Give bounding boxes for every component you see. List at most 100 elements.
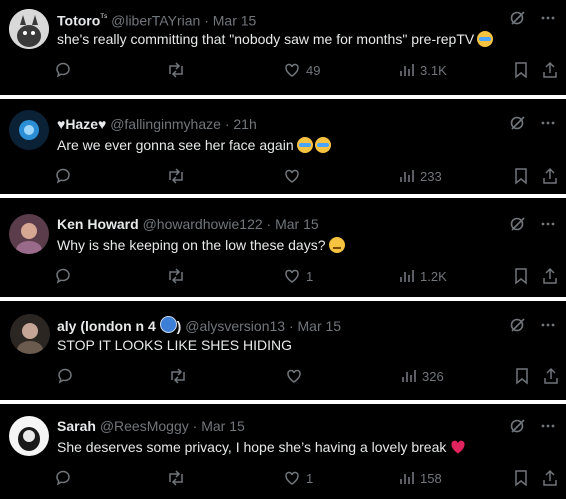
- like-count: 1: [306, 268, 314, 284]
- like-icon: [285, 63, 299, 77]
- bookmark-icon: [515, 268, 527, 285]
- tweet[interactable]: Ken Howard @howardhowie122 · Mar 15 Why …: [0, 198, 566, 297]
- reply-button[interactable]: [54, 60, 72, 80]
- tweet[interactable]: Totoroᵀˢ @liberTAYrian · Mar 15 she's re…: [0, 0, 566, 95]
- tweet-date[interactable]: Mar 15: [213, 13, 257, 29]
- share-button[interactable]: [541, 468, 559, 488]
- tweet[interactable]: Sarah @ReesMoggy · Mar 15 She deserves s…: [0, 404, 566, 499]
- tweet-date[interactable]: 21h: [233, 116, 256, 132]
- more-icon[interactable]: [540, 115, 556, 131]
- tweet-text: she's really committing that "nobody saw…: [57, 30, 494, 48]
- reply-button[interactable]: [54, 468, 72, 488]
- bookmark-button[interactable]: [514, 366, 530, 386]
- tweet-header: aly (london n 4 ) @alysversion13 · Mar 1…: [57, 316, 341, 335]
- views-button[interactable]: 326: [401, 366, 444, 386]
- grok-icon[interactable]: [510, 115, 526, 131]
- tweet-actions: 233: [50, 166, 560, 186]
- globe-icon: [159, 316, 177, 333]
- share-icon: [543, 61, 557, 78]
- avatar[interactable]: [9, 9, 49, 49]
- grok-icon[interactable]: [510, 216, 526, 232]
- avatar[interactable]: [9, 416, 49, 456]
- reply-button[interactable]: [56, 366, 74, 386]
- retweet-button[interactable]: [166, 60, 186, 80]
- retweet-icon: [169, 268, 183, 284]
- tweet[interactable]: aly (london n 4 ) @alysversion13 · Mar 1…: [0, 301, 566, 400]
- share-button[interactable]: [541, 60, 559, 80]
- tweet-text-content: Are we ever gonna see her face again: [57, 137, 294, 153]
- tweet[interactable]: ♥Haze♥ @fallinginmyhaze · 21h Are we eve…: [0, 99, 566, 194]
- view-count: 3.1K: [420, 62, 447, 78]
- separator-dot: ·: [288, 318, 294, 334]
- user-handle[interactable]: @howardhowie122: [143, 216, 263, 232]
- tweet-actions: 1 1.2K: [50, 266, 560, 286]
- share-button[interactable]: [542, 366, 560, 386]
- more-icon[interactable]: [540, 418, 556, 434]
- reply-icon: [56, 268, 70, 284]
- bookmark-icon: [515, 470, 527, 487]
- user-handle[interactable]: @liberTAYrian: [111, 13, 200, 29]
- grok-icon[interactable]: [510, 317, 526, 333]
- red-heart-emoji: [451, 440, 465, 454]
- views-button[interactable]: 158: [399, 468, 442, 488]
- like-button[interactable]: [283, 166, 306, 186]
- share-button[interactable]: [541, 166, 559, 186]
- grok-icon[interactable]: [510, 418, 526, 434]
- retweet-icon: [169, 168, 183, 184]
- tweet-actions: 49 3.1K: [50, 60, 560, 80]
- separator-dot: ·: [266, 216, 272, 232]
- display-name[interactable]: aly (london n 4: [57, 318, 156, 334]
- reply-icon: [56, 168, 70, 184]
- avatar[interactable]: [9, 214, 49, 254]
- retweet-button[interactable]: [166, 266, 186, 286]
- grok-icon[interactable]: [510, 10, 526, 26]
- share-button[interactable]: [541, 266, 559, 286]
- display-name[interactable]: Sarah: [57, 418, 96, 434]
- avatar[interactable]: [10, 314, 50, 354]
- retweet-icon: [169, 470, 183, 486]
- tweet-text: Are we ever gonna see her face again: [57, 136, 331, 154]
- bookmark-button[interactable]: [513, 60, 529, 80]
- name-badge: ᵀˢ: [100, 12, 108, 22]
- avatar[interactable]: [9, 110, 49, 150]
- tweet-date[interactable]: Mar 15: [201, 418, 245, 434]
- reply-button[interactable]: [54, 266, 72, 286]
- display-name[interactable]: Totoro: [57, 13, 100, 29]
- views-button[interactable]: 233: [399, 166, 442, 186]
- reply-icon: [56, 470, 70, 486]
- tweet-date[interactable]: Mar 15: [298, 318, 342, 334]
- tweet-text-content: Why is she keeping on the low these days…: [57, 237, 326, 253]
- views-icon: [400, 472, 414, 484]
- retweet-icon: [169, 62, 183, 78]
- name-suffix: ): [176, 318, 182, 334]
- more-icon[interactable]: [540, 216, 556, 232]
- bookmark-button[interactable]: [513, 166, 529, 186]
- separator-dot: ·: [192, 418, 198, 434]
- retweet-button[interactable]: [166, 166, 186, 186]
- views-button[interactable]: 1.2K: [399, 266, 447, 286]
- user-handle[interactable]: @alysversion13: [185, 318, 285, 334]
- more-icon[interactable]: [540, 10, 556, 26]
- tweet-actions: 326: [50, 366, 560, 386]
- views-button[interactable]: 3.1K: [399, 60, 447, 80]
- view-count: 233: [420, 168, 442, 184]
- bookmark-button[interactable]: [513, 468, 529, 488]
- like-button[interactable]: 1: [283, 266, 313, 286]
- tweet-date[interactable]: Mar 15: [275, 216, 319, 232]
- display-name[interactable]: Ken Howard: [57, 216, 139, 232]
- more-icon[interactable]: [540, 317, 556, 333]
- like-button[interactable]: [285, 366, 308, 386]
- reply-icon: [58, 368, 72, 384]
- retweet-button[interactable]: [166, 468, 186, 488]
- display-name[interactable]: ♥Haze♥: [57, 116, 106, 132]
- user-handle[interactable]: @fallinginmyhaze: [110, 116, 221, 132]
- bookmark-button[interactable]: [513, 266, 529, 286]
- like-button[interactable]: 49: [283, 60, 320, 80]
- user-handle[interactable]: @ReesMoggy: [100, 418, 189, 434]
- reply-button[interactable]: [54, 166, 72, 186]
- bookmark-icon: [515, 168, 527, 185]
- retweet-button[interactable]: [168, 366, 188, 386]
- like-button[interactable]: 1: [283, 468, 313, 488]
- bookmark-icon: [516, 368, 528, 385]
- like-icon: [285, 169, 299, 183]
